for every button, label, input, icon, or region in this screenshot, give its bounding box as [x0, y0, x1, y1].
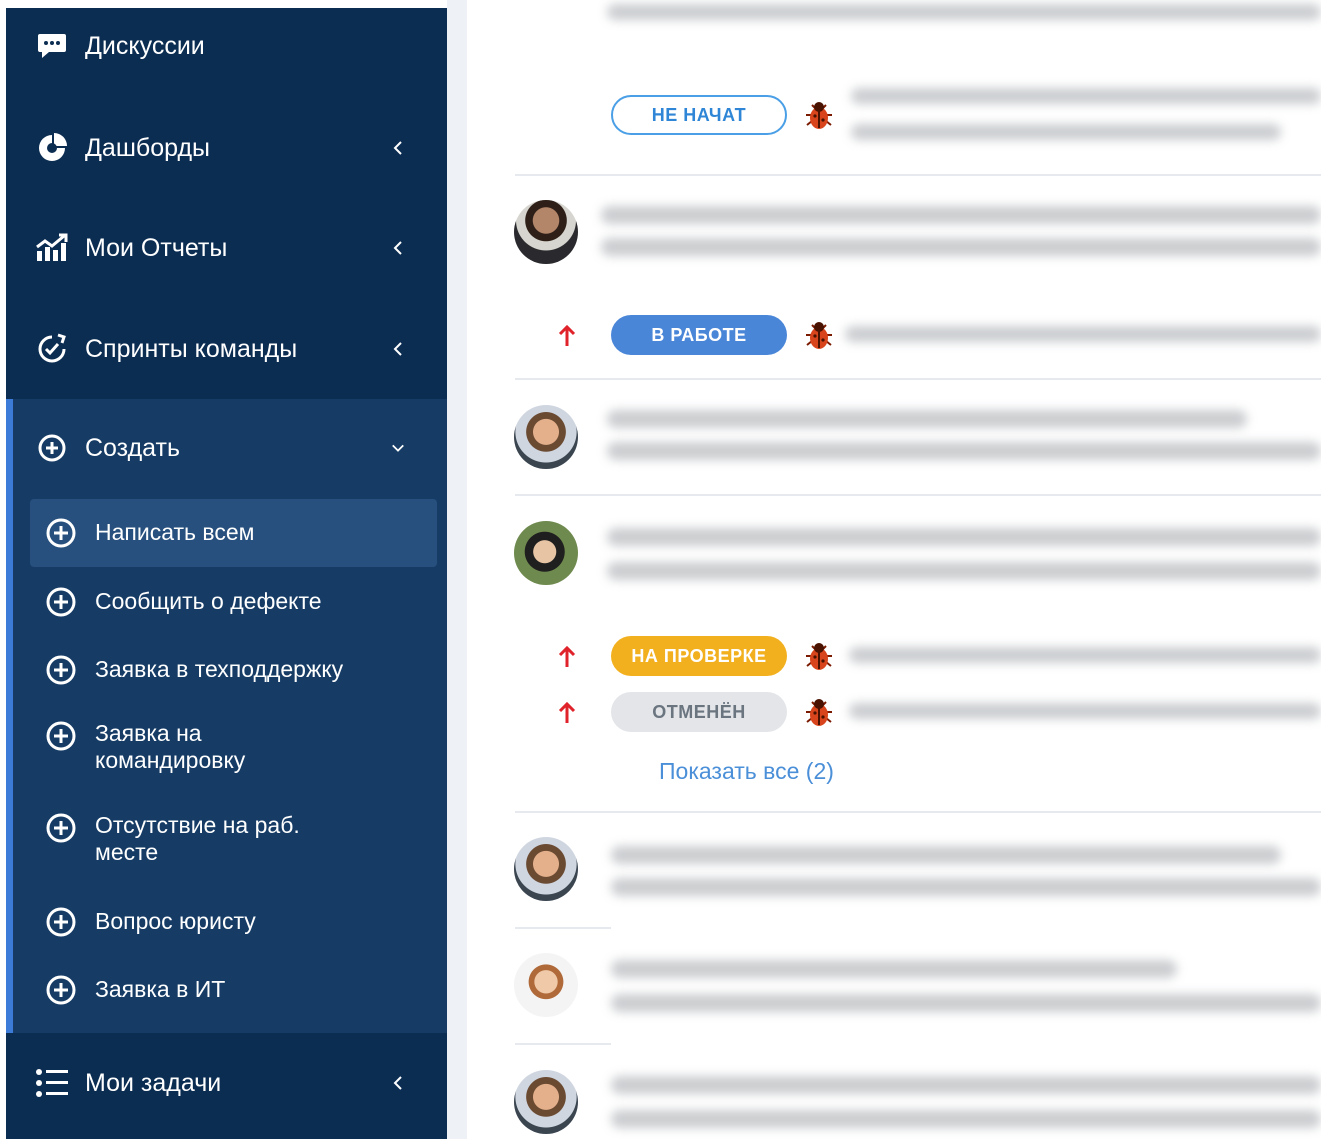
plus-circle-icon: [46, 655, 76, 685]
feed-divider: [515, 494, 1321, 496]
sidebar-item-label: Дашборды: [85, 133, 210, 162]
plus-circle-icon: [35, 431, 69, 465]
feed-divider: [515, 811, 1321, 813]
blurred-text: [601, 238, 1321, 256]
submenu-item-label: Заявка в техподдержку: [95, 656, 344, 682]
blurred-text: [611, 1110, 1321, 1128]
avatar[interactable]: [514, 953, 578, 1017]
chevron-left-icon: [391, 1073, 405, 1093]
blurred-text: [611, 878, 1321, 896]
avatar[interactable]: [514, 521, 578, 585]
plus-circle-icon: [46, 518, 76, 548]
submenu-item-business-trip[interactable]: Заявка на командировку: [30, 712, 437, 786]
submenu-item-report-defect[interactable]: Сообщить о дефекте: [30, 568, 437, 636]
avatar[interactable]: [514, 837, 578, 901]
status-badge-not-started: НЕ НАЧАТ: [611, 95, 787, 135]
blurred-text: [849, 703, 1321, 719]
feed-divider: [515, 174, 1321, 176]
chevron-down-icon: [391, 438, 405, 458]
feed-divider: [515, 1043, 611, 1045]
blurred-text: [849, 647, 1321, 663]
priority-up-arrow-icon: [558, 645, 576, 667]
blurred-text: [851, 124, 1281, 140]
sidebar-item-label: Мои задачи: [85, 1068, 222, 1097]
blurred-text: [851, 88, 1321, 104]
bug-icon: [806, 699, 832, 726]
submenu-item-support-request[interactable]: Заявка в техподдержку: [30, 636, 437, 704]
submenu-item-label: Отсутствие на раб. месте: [95, 812, 300, 865]
sidebar-item-label: Создать: [85, 433, 181, 462]
list-icon: [35, 1066, 69, 1100]
blurred-text: [607, 4, 1321, 20]
chevron-left-icon: [391, 339, 405, 359]
sidebar-item-label: Дискуссии: [85, 31, 205, 60]
show-all-link[interactable]: Показать все (2): [659, 758, 834, 785]
submenu-item-write-all[interactable]: Написать всем: [30, 499, 437, 567]
plus-circle-icon: [46, 907, 76, 937]
priority-up-arrow-icon: [558, 701, 576, 723]
avatar[interactable]: [514, 200, 578, 264]
sidebar-item-my-reports[interactable]: Мои Отчеты: [6, 198, 447, 298]
sidebar-item-team-sprints[interactable]: Спринты команды: [6, 299, 447, 399]
status-badge-in-review: НА ПРОВЕРКЕ: [611, 636, 787, 676]
blurred-text: [611, 1076, 1321, 1094]
blurred-text: [607, 442, 1321, 460]
submenu-item-absence[interactable]: Отсутствие на раб. месте: [30, 804, 437, 878]
feed-divider: [515, 378, 1321, 380]
sidebar-item-my-tasks[interactable]: Мои задачи: [6, 1033, 447, 1133]
blurred-text: [601, 206, 1321, 224]
blurred-text: [845, 326, 1321, 342]
submenu-item-label: Заявка на командировку: [95, 720, 246, 773]
sidebar-item-label: Мои Отчеты: [85, 233, 228, 262]
chevron-left-icon: [391, 238, 405, 258]
submenu-item-legal-question[interactable]: Вопрос юристу: [30, 888, 437, 956]
sidebar: Дискуссии Дашборды Мои Отчеты Спринты ко…: [6, 8, 447, 1139]
activity-feed: НЕ НАЧАТ В РАБОТЕ НА ПРОВЕРКЕ ОТМЕНЁН По…: [467, 0, 1321, 1139]
sprint-cycle-icon: [35, 332, 69, 366]
bug-icon: [806, 322, 832, 349]
blurred-text: [607, 528, 1321, 546]
sidebar-item-create[interactable]: Создать: [6, 398, 447, 498]
chat-icon: [35, 29, 69, 63]
plus-circle-icon: [46, 813, 76, 843]
blurred-text: [611, 994, 1321, 1012]
sidebar-item-label: Спринты команды: [85, 334, 298, 363]
bug-icon: [806, 643, 832, 670]
submenu-item-label: Заявка в ИТ: [95, 976, 226, 1002]
submenu-item-it-request[interactable]: Заявка в ИТ: [30, 956, 437, 1024]
plus-circle-icon: [46, 975, 76, 1005]
chevron-left-icon: [391, 138, 405, 158]
plus-circle-icon: [46, 587, 76, 617]
submenu-item-label: Сообщить о дефекте: [95, 588, 322, 614]
reports-chart-icon: [35, 231, 69, 265]
feed-divider: [515, 927, 611, 929]
sidebar-gutter: [447, 0, 467, 1139]
status-badge-cancelled: ОТМЕНЁН: [611, 692, 787, 732]
sidebar-item-discussions[interactable]: Дискуссии: [6, 0, 447, 96]
status-badge-in-progress: В РАБОТЕ: [611, 315, 787, 355]
blurred-text: [607, 410, 1247, 428]
submenu-item-label: Написать всем: [95, 519, 255, 545]
pie-chart-icon: [35, 131, 69, 165]
blurred-text: [607, 562, 1321, 580]
blurred-text: [611, 960, 1177, 978]
avatar[interactable]: [514, 1070, 578, 1134]
avatar[interactable]: [514, 405, 578, 469]
blurred-text: [611, 846, 1281, 864]
sidebar-item-dashboards[interactable]: Дашборды: [6, 98, 447, 198]
submenu-item-label: Вопрос юристу: [95, 908, 256, 934]
bug-icon: [806, 102, 832, 129]
priority-up-arrow-icon: [558, 324, 576, 346]
plus-circle-icon: [46, 721, 76, 751]
